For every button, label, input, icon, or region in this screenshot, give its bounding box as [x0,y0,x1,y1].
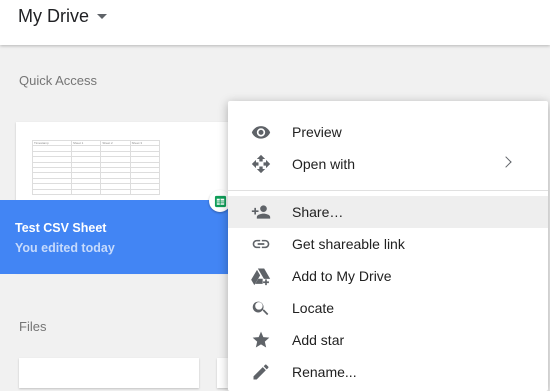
menu-item-add-to-drive[interactable]: Add to My Drive [228,260,548,292]
menu-item-label: Preview [292,124,342,140]
files-heading: Files [19,319,47,334]
file-card[interactable] [217,358,228,388]
menu-item-label: Add star [292,332,345,348]
add-person-icon [251,202,271,222]
menu-item-label: Locate [292,300,335,316]
card-footer[interactable]: Test CSV Sheet You edited today [0,200,232,274]
file-name: Test CSV Sheet [15,221,107,235]
menu-item-preview[interactable]: Preview [228,116,548,148]
star-icon [251,330,271,350]
file-activity: You edited today [15,241,115,255]
menu-item-locate[interactable]: Locate [228,292,548,324]
link-icon [251,234,271,254]
eye-icon [251,122,271,142]
chevron-right-icon [500,156,512,168]
menu-item-rename[interactable]: Rename... [228,356,548,388]
menu-item-label: Rename... [292,364,357,380]
menu-item-add-star[interactable]: Add star [228,324,548,356]
sheet-thumbnail: Timestamp Sheet 1 Sheet 2 Sheet 3 [32,139,182,202]
drive-title-label: My Drive [18,6,89,26]
my-drive-dropdown[interactable]: My Drive [18,6,107,27]
caret-down-icon[interactable] [97,14,107,19]
menu-item-get-link[interactable]: Get shareable link [228,228,548,260]
file-card[interactable] [19,358,199,388]
menu-item-label: Open with [292,156,356,172]
menu-item-label: Get shareable link [292,236,405,252]
menu-divider [228,190,548,191]
menu-item-label: Share… [292,204,344,220]
move-arrows-icon [251,154,271,174]
menu-item-share[interactable]: Share… [228,196,548,228]
quick-access-card[interactable]: Timestamp Sheet 1 Sheet 2 Sheet 3 Test CSV … [0,122,256,274]
drive-add-icon [251,266,271,286]
top-bar: My Drive [0,0,550,45]
search-icon [251,298,271,318]
pencil-icon [251,362,271,382]
quick-access-heading: Quick Access [19,73,98,88]
menu-item-open-with[interactable]: Open with [228,148,548,180]
context-menu: Preview Open with Share… Get shareable l… [228,101,548,391]
menu-item-label: Add to My Drive [292,268,392,284]
